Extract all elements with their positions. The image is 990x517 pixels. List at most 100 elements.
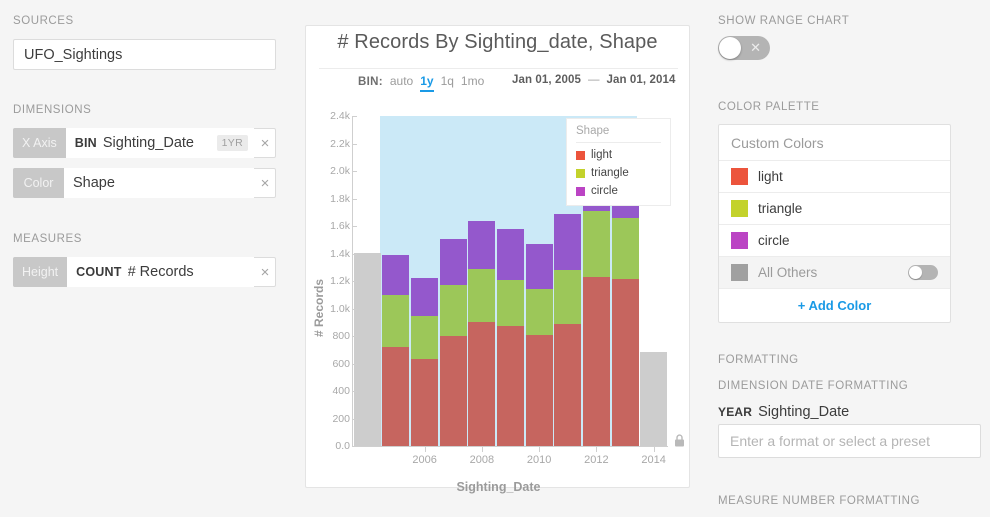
bar-segment-circle[interactable] — [439, 238, 467, 286]
bar-stacked[interactable] — [582, 196, 610, 446]
bar-segment-light[interactable] — [497, 326, 524, 446]
range-end-date[interactable]: Jan 01, 2014 — [606, 74, 675, 86]
bar-segment-light[interactable] — [468, 322, 496, 446]
y-axis-tick-mark — [352, 253, 357, 255]
palette-swatch-light[interactable] — [731, 168, 748, 185]
bar-segment-light[interactable] — [411, 359, 439, 446]
add-color-button[interactable]: + Add Color — [719, 288, 950, 322]
bar-stacked[interactable] — [554, 214, 582, 446]
bar-stacked[interactable] — [382, 255, 410, 446]
palette-row-circle[interactable]: circle — [719, 224, 950, 256]
chip-height-remove-icon[interactable]: × — [254, 257, 276, 287]
bar-segment-triangle[interactable] — [411, 316, 439, 360]
bin-option-1y[interactable]: 1y — [420, 74, 434, 92]
legend-item-light[interactable]: light — [576, 149, 661, 161]
x-axis-tick-label: 2012 — [584, 454, 609, 466]
palette-all-others-toggle[interactable] — [908, 265, 938, 280]
legend-item-triangle[interactable]: triangle — [576, 167, 661, 179]
y-axis-tick-label: 200 — [332, 412, 350, 425]
bar-segment-circle[interactable] — [411, 277, 439, 317]
chip-color[interactable]: Color Shape × — [13, 168, 276, 198]
y-axis-tick-label: 0.0 — [335, 440, 350, 452]
palette-row-all-others[interactable]: All Others — [719, 256, 950, 288]
measure-number-formatting-label: MEASURE NUMBER FORMATTING — [718, 495, 921, 507]
legend-label-circle: circle — [591, 185, 618, 197]
bar-segment-triangle[interactable] — [497, 279, 524, 327]
range-dash: — — [587, 74, 600, 86]
date-range-display: Jan 01, 2005 — Jan 01, 2014 — [512, 74, 675, 86]
y-axis-tick-mark — [352, 198, 357, 200]
bar-segment-light[interactable] — [554, 324, 582, 446]
chip-x-axis-bin-badge[interactable]: 1YR — [216, 135, 248, 151]
bin-option-1q[interactable]: 1q — [441, 74, 454, 90]
dimension-date-formatting-label: DIMENSION DATE FORMATTING — [718, 380, 909, 392]
bar-segment-circle[interactable] — [382, 255, 410, 296]
show-range-chart-toggle[interactable]: ✕ — [718, 36, 770, 60]
x-axis-tick-label: 2014 — [641, 454, 666, 466]
bar-segment-circle[interactable] — [554, 214, 582, 270]
bar-segment-light[interactable] — [582, 276, 610, 446]
bin-option-auto[interactable]: auto — [390, 74, 413, 90]
bar-all-others[interactable] — [640, 351, 668, 446]
bar-stacked[interactable] — [497, 229, 524, 446]
bar-stacked[interactable] — [611, 202, 639, 446]
palette-row-light[interactable]: light — [719, 160, 950, 192]
y-axis-tick-mark — [352, 391, 357, 392]
x-axis-tick-label: 2010 — [526, 454, 552, 466]
y-axis-tick-mark — [352, 336, 357, 337]
bar-segment-light[interactable] — [439, 335, 467, 446]
y-axis-tick-label: 2.0k — [330, 165, 350, 177]
chip-x-axis-tag: X Axis — [13, 128, 66, 158]
palette-swatch-all-others[interactable] — [731, 264, 748, 281]
bar-all-others[interactable] — [353, 252, 381, 446]
year-field-row: YEAR Sighting_Date — [718, 404, 849, 420]
palette-swatch-circle[interactable] — [731, 232, 748, 249]
bar-segment-circle[interactable] — [468, 220, 496, 269]
chip-color-body[interactable]: Shape — [64, 168, 254, 198]
x-axis-tick-mark — [481, 447, 483, 452]
lock-icon[interactable] — [674, 434, 685, 452]
bar-segment-circle[interactable] — [525, 244, 553, 290]
chip-height[interactable]: Height COUNT # Records × — [13, 257, 276, 287]
bar-segment-triangle[interactable] — [525, 289, 553, 335]
chip-x-axis[interactable]: X Axis BIN Sighting_Date 1YR × — [13, 128, 276, 158]
bar-segment-triangle[interactable] — [468, 268, 496, 323]
year-field-name: Sighting_Date — [758, 404, 850, 420]
palette-name-circle: circle — [758, 233, 790, 248]
x-axis-tick-label: 2008 — [469, 454, 495, 466]
chip-color-remove-icon[interactable]: × — [254, 168, 276, 198]
chip-x-axis-body[interactable]: BIN Sighting_Date 1YR — [65, 128, 254, 158]
chip-x-axis-remove-icon[interactable]: × — [254, 128, 276, 158]
bar-stacked[interactable] — [411, 277, 439, 446]
bar-segment-triangle[interactable] — [382, 295, 410, 347]
toggle-knob — [909, 266, 922, 279]
bar-segment-triangle[interactable] — [554, 269, 582, 325]
bar-segment-triangle[interactable] — [611, 218, 639, 280]
palette-swatch-triangle[interactable] — [731, 200, 748, 217]
bar-segment-light[interactable] — [382, 346, 410, 446]
chip-height-body[interactable]: COUNT # Records — [67, 257, 254, 287]
bar-segment-light[interactable] — [525, 334, 553, 446]
x-axis-tick-label: 2006 — [412, 454, 437, 466]
bar-segment-circle[interactable] — [497, 229, 524, 280]
x-axis-line — [352, 446, 668, 447]
bar-segment-triangle[interactable] — [439, 285, 467, 336]
bar-segment-light[interactable] — [611, 279, 639, 446]
color-palette-label: COLOR PALETTE — [718, 101, 820, 113]
y-axis-tick-mark — [352, 446, 357, 447]
chart-legend-title: Shape — [576, 125, 661, 143]
source-field[interactable]: UFO_Sightings — [13, 39, 276, 70]
y-axis-tick-label: 600 — [332, 357, 350, 370]
bar-stacked[interactable] — [439, 238, 467, 446]
bar-segment-triangle[interactable] — [582, 210, 610, 277]
bar-stacked[interactable] — [525, 244, 553, 446]
date-format-input[interactable] — [718, 424, 981, 458]
legend-item-circle[interactable]: circle — [576, 185, 661, 197]
dimensions-section-label: DIMENSIONS — [13, 104, 92, 116]
bar-stacked[interactable] — [468, 220, 496, 446]
palette-row-triangle[interactable]: triangle — [719, 192, 950, 224]
y-axis-tick-mark — [352, 171, 357, 172]
legend-swatch-circle — [576, 186, 585, 196]
range-start-date[interactable]: Jan 01, 2005 — [512, 74, 581, 86]
bin-option-1mo[interactable]: 1mo — [461, 74, 484, 90]
